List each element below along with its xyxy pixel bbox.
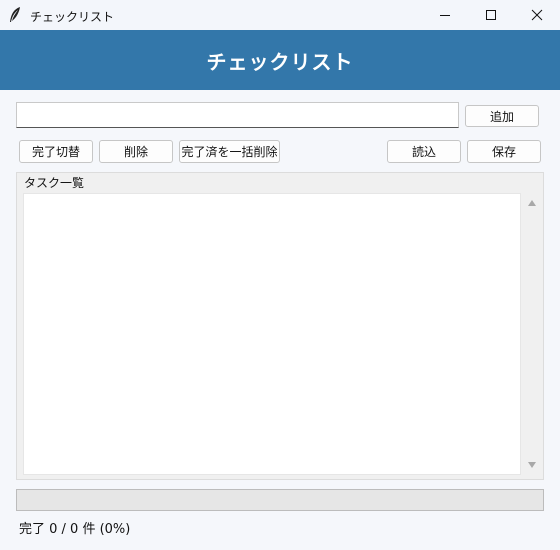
toggle-done-button[interactable]: 完了切替 <box>19 140 93 163</box>
scroll-down-icon <box>528 462 536 468</box>
status-text: 完了 0 / 0 件 (0%) <box>19 522 131 537</box>
delete-button[interactable]: 削除 <box>99 140 173 163</box>
scroll-up-icon <box>528 200 536 206</box>
maximize-button[interactable] <box>468 0 514 30</box>
maximize-icon <box>486 10 496 20</box>
task-list-group: タスク一覧 <box>16 172 544 480</box>
close-icon <box>531 9 543 21</box>
save-button[interactable]: 保存 <box>467 140 541 163</box>
load-button[interactable]: 読込 <box>387 140 461 163</box>
add-button[interactable]: 追加 <box>465 105 539 127</box>
task-list-label: タスク一覧 <box>23 174 86 191</box>
clear-done-button[interactable]: 完了済を一括削除 <box>179 140 280 163</box>
window-titlebar: チェックリスト <box>0 0 560 30</box>
task-input[interactable] <box>16 102 459 128</box>
progress-bar <box>16 489 544 511</box>
task-list-scrollbar[interactable] <box>524 193 540 475</box>
page-title: チェックリスト <box>206 49 354 74</box>
window-title: チェックリスト <box>30 10 115 24</box>
header-banner: チェックリスト <box>0 30 560 90</box>
feather-icon <box>8 6 22 24</box>
close-button[interactable] <box>514 0 560 30</box>
minimize-button[interactable] <box>422 0 468 30</box>
minimize-icon <box>440 15 450 16</box>
task-listbox[interactable] <box>23 193 521 475</box>
